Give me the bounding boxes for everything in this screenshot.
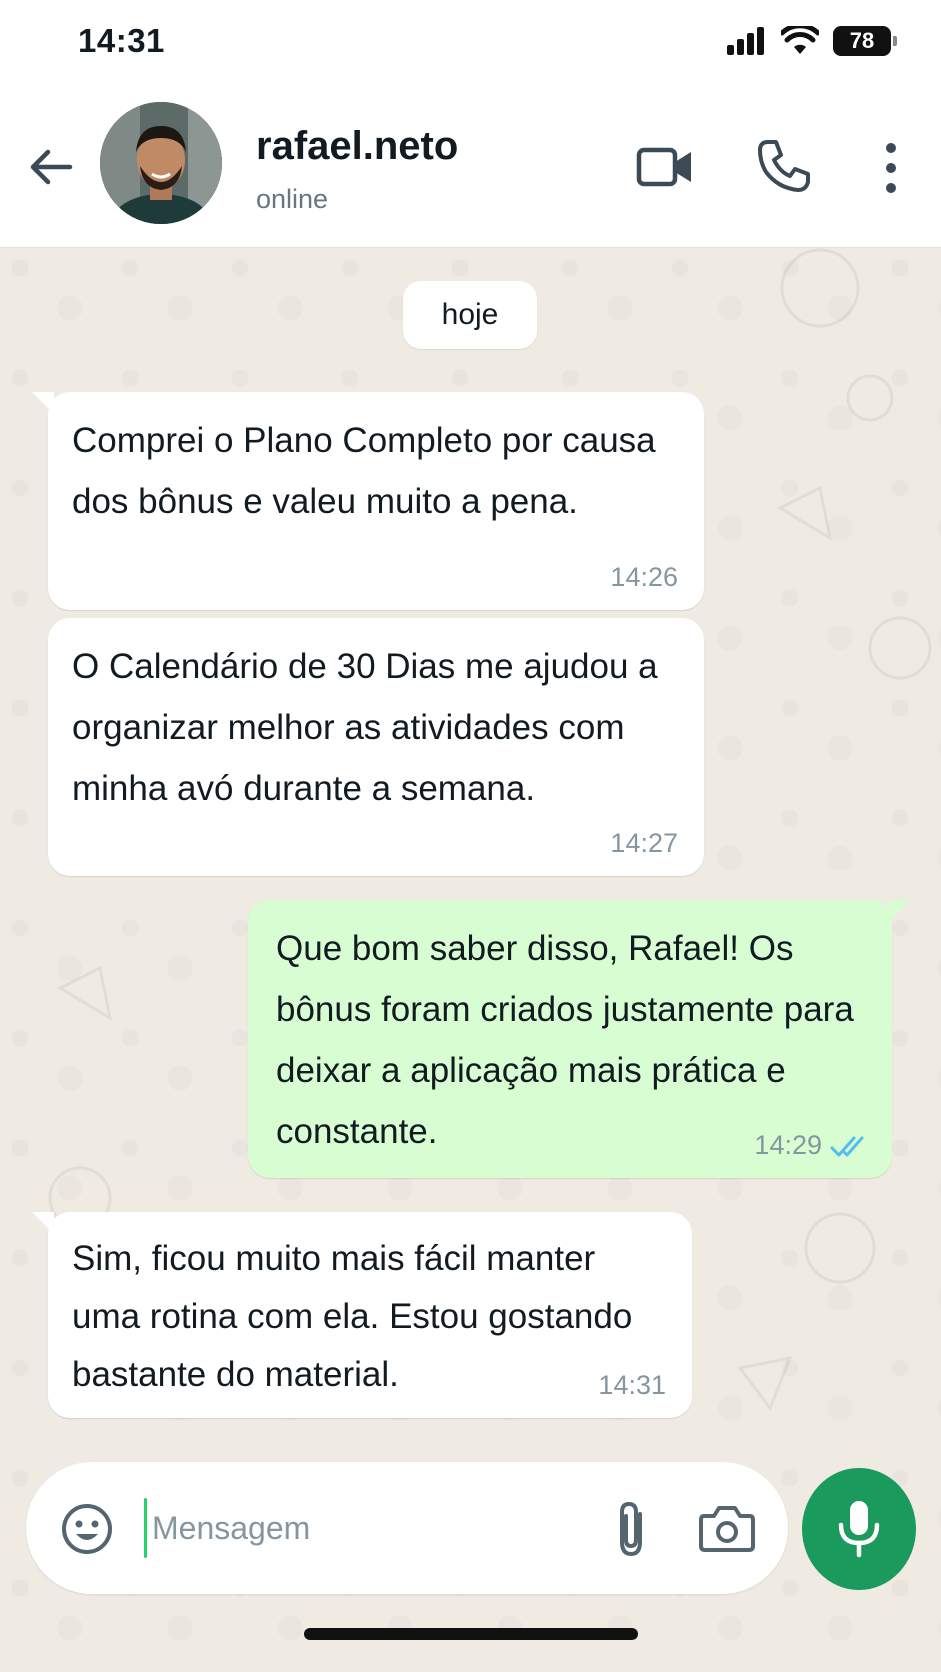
chat-header: rafael.neto online	[0, 86, 941, 248]
message-input[interactable]	[152, 1492, 572, 1564]
battery-level: 78	[849, 28, 875, 53]
home-indicator[interactable]	[304, 1628, 638, 1640]
message-text: Comprei o Plano Completo por causa dos b…	[72, 421, 656, 521]
text-cursor	[144, 1498, 147, 1558]
message-bubble-incoming[interactable]: Sim, ficou muito mais fácil manter uma r…	[48, 1212, 692, 1418]
contact-status: online	[256, 184, 329, 214]
read-receipt-icon	[830, 1136, 864, 1157]
message-time: 14:26	[610, 562, 678, 592]
message-text: O Calendário de 30 Dias me ajudou a orga…	[72, 647, 658, 808]
microphone-icon	[838, 1501, 880, 1558]
back-arrow-icon[interactable]	[26, 142, 76, 192]
status-time: 14:31	[78, 22, 165, 59]
message-time: 14:29	[754, 1130, 822, 1160]
message-text: Sim, ficou muito mais fácil manter uma r…	[72, 1239, 633, 1394]
battery-icon: 78	[833, 26, 897, 56]
camera-icon[interactable]	[698, 1502, 756, 1554]
message-bubble-incoming[interactable]: O Calendário de 30 Dias me ajudou a orga…	[48, 618, 704, 876]
signal-icon	[727, 27, 764, 55]
message-bubble-incoming[interactable]: Comprei o Plano Completo por causa dos b…	[48, 392, 704, 610]
voice-message-button[interactable]	[802, 1468, 916, 1590]
status-icons: 78	[727, 26, 897, 56]
video-call-icon[interactable]	[636, 142, 694, 192]
message-time: 14:31	[598, 1370, 666, 1400]
avatar[interactable]	[100, 102, 222, 224]
message-bubble-outgoing[interactable]: Que bom saber disso, Rafael! Os bônus fo…	[248, 900, 892, 1178]
message-time: 14:27	[610, 828, 678, 858]
emoji-icon[interactable]	[60, 1502, 114, 1556]
wifi-icon	[781, 26, 819, 54]
attach-icon[interactable]	[606, 1498, 656, 1560]
contact-name[interactable]: rafael.neto	[256, 124, 458, 169]
phone-call-icon[interactable]	[756, 138, 812, 194]
message-text: Que bom saber disso, Rafael! Os bônus fo…	[276, 929, 854, 1151]
status-bar: 14:31 78	[0, 0, 941, 86]
more-options-icon[interactable]	[876, 140, 906, 196]
message-composer	[26, 1462, 788, 1594]
date-divider: hoje	[403, 281, 537, 349]
